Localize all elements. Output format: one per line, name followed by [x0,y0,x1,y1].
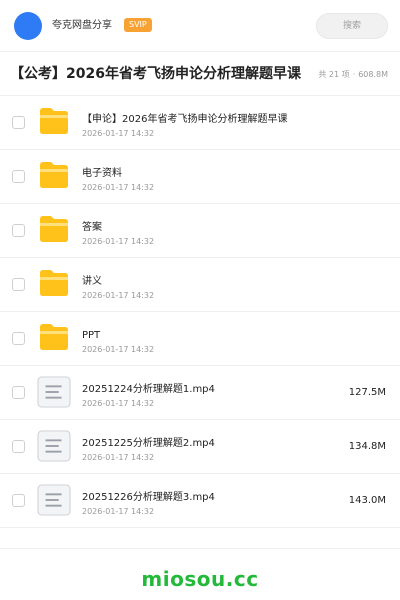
folder-icon [40,162,68,188]
list-item[interactable]: PPT 2026-01-17 14:32 [0,312,400,366]
file-size: 143.0M [348,495,386,506]
file-size: 134.8M [348,441,386,452]
avatar[interactable] [14,12,42,40]
folder-icon [40,216,68,242]
select-checkbox[interactable] [12,224,25,237]
list-item[interactable]: 讲义 2026-01-17 14:32 [0,258,400,312]
file-size: 127.5M [348,387,386,398]
file-name: 答案 [82,222,102,233]
file-name: 电子资料 [82,168,122,179]
folder-icon [40,270,68,296]
page-title: 【公考】2026年省考飞扬申论分析理解题早课 [10,66,301,82]
select-checkbox[interactable] [12,386,25,399]
select-checkbox[interactable] [12,116,25,129]
list-item[interactable]: 【申论】2026年省考飞扬申论分析理解题早课 2026-01-17 14:32 [0,96,400,150]
list-item[interactable]: 答案 2026-01-17 14:32 [0,204,400,258]
top-header: 夸克网盘分享 SVIP 搜索 [0,0,400,52]
list-item[interactable]: 20251225分析理解题2.mp4 2026-01-17 14:32 134.… [0,420,400,474]
file-name: 讲义 [82,276,102,287]
username: 夸克网盘分享 [52,20,112,31]
brand-watermark: miosou.cc [141,567,259,591]
total-size: 608.8M [358,70,388,79]
list-item[interactable]: 20251226分析理解题3.mp4 2026-01-17 14:32 143.… [0,474,400,528]
file-icon [37,484,71,516]
file-icon [37,376,71,408]
svip-badge: SVIP [124,18,152,32]
list-item[interactable]: 20251224分析理解题1.mp4 2026-01-17 14:32 127.… [0,366,400,420]
select-checkbox[interactable] [12,278,25,291]
file-name: 20251225分析理解题2.mp4 [82,438,215,449]
footer: miosou.cc [0,548,400,600]
select-checkbox[interactable] [12,170,25,183]
folder-icon [40,108,68,134]
file-date: 2026-01-17 14:32 [82,237,155,246]
item-count: 共 21 项 [318,70,350,79]
folder-icon [40,324,68,350]
file-name: 20251226分析理解题3.mp4 [82,492,215,503]
file-icon [37,430,71,462]
file-date: 2026-01-17 14:32 [82,129,155,138]
file-date: 2026-01-17 14:32 [82,345,155,354]
file-name: 【申论】2026年省考飞扬申论分析理解题早课 [82,114,288,125]
folder-meta: 共 21 项 · 608.8M [318,70,388,79]
file-date: 2026-01-17 14:32 [82,291,155,300]
file-date: 2026-01-17 14:32 [82,183,155,192]
file-date: 2026-01-17 14:32 [82,507,155,516]
select-checkbox[interactable] [12,494,25,507]
select-checkbox[interactable] [12,332,25,345]
file-date: 2026-01-17 14:32 [82,453,155,462]
file-list: 【申论】2026年省考飞扬申论分析理解题早课 2026-01-17 14:32 … [0,96,400,528]
search-input[interactable]: 搜索 [316,13,388,39]
list-item[interactable]: 电子资料 2026-01-17 14:32 [0,150,400,204]
file-name: 20251224分析理解题1.mp4 [82,384,215,395]
folder-title-bar: 【公考】2026年省考飞扬申论分析理解题早课 共 21 项 · 608.8M [0,52,400,96]
select-checkbox[interactable] [12,440,25,453]
file-date: 2026-01-17 14:32 [82,399,155,408]
file-name: PPT [82,330,101,341]
